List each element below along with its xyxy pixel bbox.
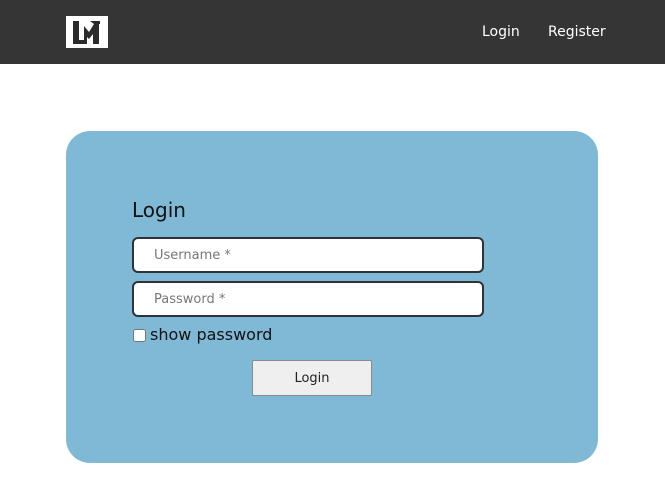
top-navbar: Login Register (0, 0, 665, 64)
login-submit-button[interactable]: Login (252, 360, 372, 396)
show-password-label[interactable]: show password (150, 325, 272, 345)
password-input[interactable] (132, 281, 484, 317)
login-heading: Login (132, 198, 186, 222)
login-card: Login show password Login (66, 131, 598, 463)
brand-logo-icon[interactable] (66, 16, 108, 48)
username-input[interactable] (132, 237, 484, 273)
show-password-row: show password (132, 325, 272, 345)
nav-register-link[interactable]: Register (548, 23, 606, 41)
show-password-checkbox[interactable] (133, 328, 146, 342)
nav-login-link[interactable]: Login (482, 23, 520, 41)
